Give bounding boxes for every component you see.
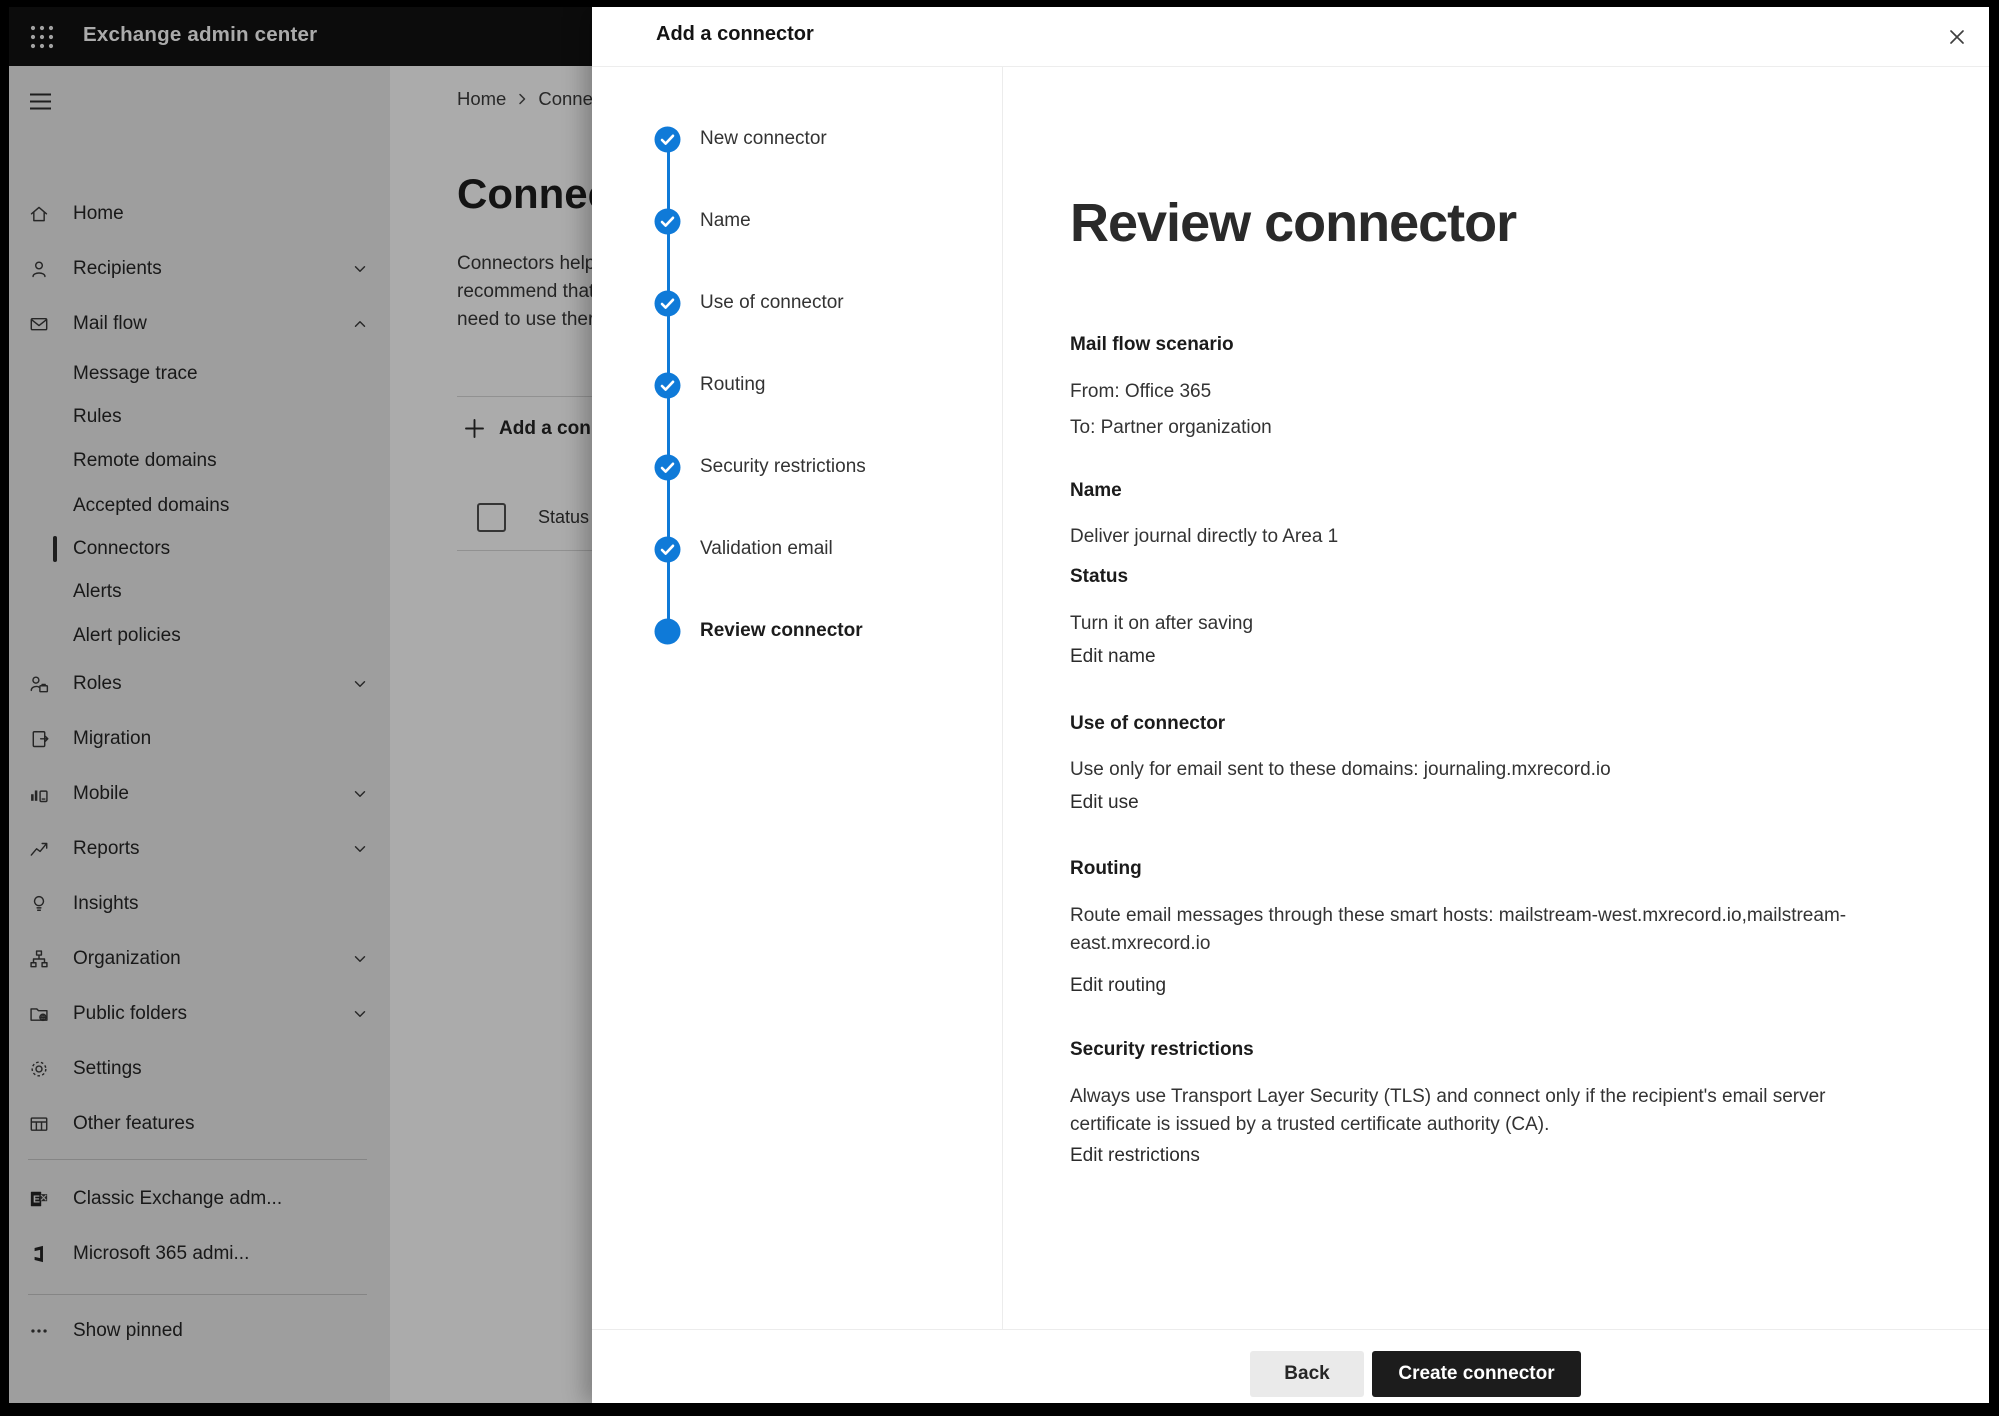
mail-flow-to: To: Partner organization <box>1070 414 1880 442</box>
step-label: Validation email <box>700 538 833 560</box>
step-label: Name <box>700 210 751 232</box>
step-complete-icon <box>654 536 681 563</box>
wizard-step-validation-email[interactable]: Validation email <box>654 534 833 564</box>
section-heading-mail-flow-scenario: Mail flow scenario <box>1070 334 1880 356</box>
create-connector-button[interactable]: Create connector <box>1372 1351 1581 1397</box>
panel-title: Add a connector <box>656 23 814 46</box>
edit-restrictions-link[interactable]: Edit restrictions <box>1070 1145 1880 1167</box>
routing-value: Route email messages through these smart… <box>1070 902 1880 958</box>
step-complete-icon <box>654 290 681 317</box>
close-icon <box>1943 23 1971 51</box>
step-label: Security restrictions <box>700 456 866 478</box>
modal-dim-overlay <box>9 7 592 1403</box>
step-complete-icon <box>654 454 681 481</box>
step-complete-icon <box>654 126 681 153</box>
step-current-icon <box>654 618 681 645</box>
wizard-step-security-restrictions[interactable]: Security restrictions <box>654 452 866 482</box>
section-heading-status: Status <box>1070 566 1880 588</box>
section-heading-name: Name <box>1070 480 1880 502</box>
edit-name-link[interactable]: Edit name <box>1070 646 1880 668</box>
wizard-step-new-connector[interactable]: New connector <box>654 124 827 154</box>
section-heading-use-of-connector: Use of connector <box>1070 713 1880 735</box>
panel-header: Add a connector <box>592 7 1989 67</box>
security-restrictions-value: Always use Transport Layer Security (TLS… <box>1070 1083 1880 1139</box>
status-value: Turn it on after saving <box>1070 610 1880 638</box>
step-label: Review connector <box>700 620 863 642</box>
add-connector-panel: Add a connector New connector Name Use o… <box>592 7 1989 1403</box>
close-button[interactable] <box>1941 21 1973 53</box>
app-window: Exchange admin center Home Recipients Ma… <box>9 7 1989 1403</box>
review-heading: Review connector <box>1070 192 1880 254</box>
edit-routing-link[interactable]: Edit routing <box>1070 975 1880 997</box>
step-complete-icon <box>654 208 681 235</box>
connector-name-value: Deliver journal directly to Area 1 <box>1070 523 1880 551</box>
section-heading-security-restrictions: Security restrictions <box>1070 1039 1880 1061</box>
wizard-step-routing[interactable]: Routing <box>654 370 766 400</box>
step-label: Use of connector <box>700 292 844 314</box>
edit-use-link[interactable]: Edit use <box>1070 792 1880 814</box>
wizard-step-name[interactable]: Name <box>654 206 751 236</box>
wizard-step-use-of-connector[interactable]: Use of connector <box>654 288 844 318</box>
section-heading-routing: Routing <box>1070 858 1880 880</box>
step-complete-icon <box>654 372 681 399</box>
use-of-connector-value: Use only for email sent to these domains… <box>1070 756 1880 784</box>
wizard-divider <box>1002 67 1003 1330</box>
step-label: Routing <box>700 374 766 396</box>
panel-footer: Back Create connector <box>592 1329 1989 1403</box>
wizard-step-review-connector[interactable]: Review connector <box>654 616 863 646</box>
step-label: New connector <box>700 128 827 150</box>
back-button[interactable]: Back <box>1250 1351 1364 1397</box>
mail-flow-from: From: Office 365 <box>1070 378 1880 406</box>
